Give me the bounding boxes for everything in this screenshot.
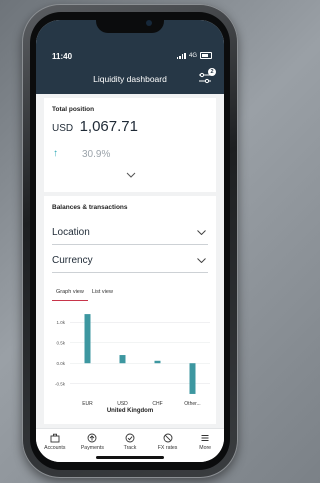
chart-bar[interactable]: [154, 360, 161, 364]
status-indicators: 4G: [176, 52, 212, 59]
location-dropdown[interactable]: Location: [52, 222, 208, 245]
y-tick-label: 0.5k: [56, 341, 65, 346]
arrow-up-icon: ↑: [53, 148, 58, 159]
currency-label: Currency: [52, 255, 93, 266]
briefcase-icon: [50, 433, 60, 443]
tab-list-view[interactable]: List view: [88, 288, 117, 300]
signal-icon: [176, 52, 186, 59]
balances-title: Balances & transactions: [52, 204, 128, 211]
total-position-value: USD 1,067.71: [52, 118, 138, 136]
phone-notch: [96, 14, 164, 33]
chart-bar[interactable]: [119, 355, 126, 364]
total-position-card: Total position USD 1,067.71 ↑ 30.9%: [44, 98, 216, 192]
y-tick-label: 1.0k: [56, 320, 65, 325]
balance-bar-chart: 1.0k 0.5k 0.0k -0.5k EUR USD CHF Other...: [55, 314, 210, 407]
filter-count-badge: 2: [208, 68, 216, 76]
chart-bar[interactable]: [84, 314, 91, 364]
track-icon: [125, 433, 135, 443]
change-percent: 30.9%: [82, 149, 111, 160]
nav-label: Track: [123, 445, 137, 451]
battery-icon: [200, 52, 212, 59]
chart-bar[interactable]: [189, 363, 196, 394]
nav-accounts[interactable]: Accounts: [37, 429, 73, 462]
home-indicator: [96, 456, 164, 459]
currency-code: USD: [52, 123, 74, 134]
payments-icon: [87, 433, 97, 443]
x-tick-label: CHF: [152, 401, 162, 407]
x-tick-label: EUR: [82, 401, 93, 407]
camera-icon: [146, 20, 152, 26]
y-tick-label: -0.5k: [55, 382, 66, 387]
nav-label: Payments: [80, 445, 104, 451]
currency-dropdown[interactable]: Currency: [52, 250, 208, 273]
phone-frame: 11:40 4G Liquidity dashboard 2 Total pos…: [22, 4, 238, 478]
status-time: 11:40: [52, 52, 73, 61]
total-amount: 1,067.71: [79, 118, 138, 135]
nav-label: Accounts: [44, 445, 66, 451]
page-title: Liquidity dashboard: [93, 74, 167, 84]
network-type: 4G: [188, 52, 197, 59]
nav-label: FX rates: [157, 445, 178, 451]
chevron-down-icon: [197, 230, 206, 235]
chevron-down-icon: [197, 258, 206, 263]
fx-rates-icon: [163, 433, 173, 443]
app-screen: 11:40 4G Liquidity dashboard 2 Total pos…: [36, 20, 224, 462]
view-tabs: Graph view List view: [52, 288, 117, 301]
x-tick-label: Other...: [184, 401, 200, 407]
y-tick-label: 0.0k: [56, 361, 65, 366]
tab-graph-view[interactable]: Graph view: [52, 288, 88, 301]
x-tick-label: USD: [117, 401, 128, 407]
total-position-label: Total position: [52, 106, 95, 113]
menu-icon: [201, 435, 209, 441]
location-label: Location: [52, 227, 90, 238]
chart-title: United Kingdom: [106, 408, 154, 414]
nav-label: More: [199, 445, 212, 451]
nav-more[interactable]: More: [187, 429, 223, 462]
expand-chevron-icon[interactable]: [126, 172, 136, 178]
filter-button[interactable]: 2: [198, 68, 216, 84]
balances-card: Balances & transactions Location Currenc…: [44, 196, 216, 424]
